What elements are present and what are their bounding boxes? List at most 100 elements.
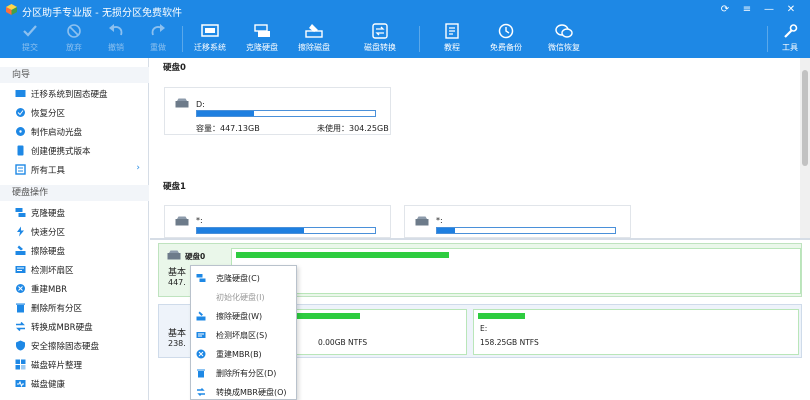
sidebar-item-label: 所有工具 (31, 166, 66, 176)
minimize-icon[interactable]: — (762, 3, 776, 17)
free-backup-icon (498, 23, 514, 39)
migrate-ssd-icon (15, 90, 26, 97)
clone-disk-label: 克隆硬盘 (246, 43, 278, 52)
free-backup-label: 免费备份 (490, 43, 522, 52)
panel-splitter[interactable] (150, 238, 810, 240)
ctx-item-label: 擦除硬盘(W) (216, 312, 263, 321)
sidebar-item-label: 安全擦除固态硬盘 (31, 342, 100, 352)
sidebar-item-secure-erase[interactable]: 安全擦除固态硬盘 (0, 336, 148, 355)
toolbar-separator (182, 26, 183, 52)
disk-convert-button[interactable]: 磁盘转换 (361, 20, 399, 58)
discard-label: 放弃 (66, 43, 82, 52)
volume-card-d[interactable]: D: 容量：447.13GB 未使用：304.25GB (164, 87, 391, 135)
sidebar-item-rebuild-mbr[interactable]: 重建MBR (0, 279, 148, 298)
strip-disk-size: 238. (168, 339, 186, 348)
migrate-os-icon (201, 24, 219, 37)
ctx-item-delete-partitions[interactable]: 删除所有分区(D) (191, 363, 296, 382)
tools-button[interactable]: 工具 (777, 20, 803, 58)
sidebar-item-label: 擦除硬盘 (31, 247, 66, 257)
partition-usage-fill (236, 252, 449, 258)
sidebar-item-label: 删除所有分区 (31, 304, 83, 314)
vertical-scrollbar[interactable] (800, 58, 810, 238)
hard-disk-icon (167, 250, 181, 260)
refresh-icon[interactable]: ⟳ (718, 3, 732, 17)
ctx-item-convert-mbr[interactable]: 转换成MBR硬盘(O) (191, 382, 296, 400)
tutorial-label: 教程 (444, 43, 460, 52)
sidebar-item-wipe-disk[interactable]: 擦除硬盘 (0, 241, 148, 260)
disk-convert-label: 磁盘转换 (364, 43, 396, 52)
sidebar-item-bad-sector[interactable]: 检测坏扇区 (0, 260, 148, 279)
redo-label: 重做 (150, 43, 166, 52)
window-title: 分区助手专业版 - 无损分区免费软件 (22, 8, 182, 19)
delete-partitions-icon (16, 303, 25, 313)
ctx-item-rebuild-mbr[interactable]: 重建MBR(B) (191, 344, 296, 363)
sidebar-item-label: 恢复分区 (31, 109, 66, 119)
migrate-os-label: 迁移系统 (194, 43, 226, 52)
menu-icon[interactable]: ≡ (740, 3, 754, 17)
ctx-item-label: 初始化硬盘(I) (216, 293, 265, 302)
close-icon[interactable]: ✕ (784, 3, 798, 17)
clone-disk-icon (196, 274, 206, 282)
migrate-os-button[interactable]: 迁移系统 (191, 20, 229, 58)
disk-ops-section-title: 硬盘操作 (0, 185, 149, 201)
sidebar-item-label: 磁盘健康 (31, 380, 66, 390)
ctx-item-clone-disk[interactable]: 克隆硬盘(C) (191, 268, 296, 287)
defrag-icon (15, 359, 26, 370)
sidebar-item-portable-version[interactable]: 创建便携式版本 (0, 141, 148, 160)
tutorial-icon (445, 23, 459, 39)
clone-disk-button[interactable]: 克隆硬盘 (243, 20, 281, 58)
recover-partition-icon (16, 108, 25, 117)
disk1-title: 硬盘1 (163, 182, 186, 192)
all-tools-icon (15, 164, 26, 175)
hard-disk-icon (415, 216, 429, 226)
scrollbar-thumb[interactable] (802, 70, 808, 166)
sidebar-item-all-tools[interactable]: 所有工具 › (0, 160, 148, 179)
undo-icon (109, 24, 123, 36)
strip-disk-type: 基本 (168, 268, 187, 278)
toolbar-separator (767, 26, 768, 52)
clone-disk-icon (254, 24, 270, 37)
partition-usage-fill (478, 313, 525, 319)
wipe-disk-button[interactable]: 擦除磁盘 (295, 20, 333, 58)
ctx-item-bad-sector[interactable]: 检测坏扇区(S) (191, 325, 296, 344)
secure-erase-icon (16, 340, 25, 351)
sidebar-item-clone-disk[interactable]: 克隆硬盘 (0, 203, 148, 222)
commit-label: 提交 (22, 43, 38, 52)
sidebar-item-boot-disc[interactable]: 制作启动光盘 (0, 122, 148, 141)
sidebar-item-delete-partitions[interactable]: 删除所有分区 (0, 298, 148, 317)
sidebar-item-defrag[interactable]: 磁盘碎片整理 (0, 355, 148, 374)
sidebar-item-recover-partition[interactable]: 恢复分区 (0, 103, 148, 122)
strip-partition[interactable]: E: 158.25GB NTFS (473, 309, 799, 355)
commit-button[interactable]: 提交 (16, 20, 44, 58)
ctx-item-initialize-disk[interactable]: 初始化硬盘(I) (191, 287, 296, 306)
wipe-disk-label: 擦除磁盘 (298, 43, 330, 52)
sidebar-item-label: 制作启动光盘 (31, 128, 83, 138)
sidebar-item-disk-health[interactable]: 磁盘健康 (0, 374, 148, 393)
sidebar-item-quick-partition[interactable]: 快速分区 (0, 222, 148, 241)
partition-info: 0.00GB NTFS (318, 338, 368, 347)
convert-mbr-icon (16, 321, 25, 332)
discard-button[interactable]: 放弃 (60, 20, 88, 58)
redo-button[interactable]: 重做 (144, 20, 172, 58)
tools-icon (784, 24, 798, 38)
sidebar-item-label: 检测坏扇区 (31, 266, 74, 276)
sidebar-item-convert-mbr[interactable]: 转换成MBR硬盘 (0, 317, 148, 336)
strip-disk-name: 硬盘0 (185, 252, 206, 261)
undo-button[interactable]: 撤销 (102, 20, 130, 58)
volume-card-1[interactable]: *: (164, 205, 391, 238)
check-icon (23, 25, 37, 37)
ctx-item-wipe-disk[interactable]: 擦除硬盘(W) (191, 306, 296, 325)
disk0-title: 硬盘0 (163, 63, 186, 73)
sidebar-item-migrate-ssd[interactable]: 迁移系统到固态硬盘 (0, 84, 148, 103)
tutorial-button[interactable]: 教程 (438, 20, 466, 58)
free-backup-button[interactable]: 免费备份 (486, 20, 526, 58)
app-header: 分区助手专业版 - 无损分区免费软件 ⟳ ≡ — ✕ 提交 放弃 撤销 重做 迁… (0, 0, 810, 58)
wechat-recovery-button[interactable]: 微信恢复 (544, 20, 584, 58)
strip-disk-type: 基本 (168, 329, 187, 339)
capacity-text: 容量：447.13GB (196, 124, 260, 133)
volume-letter: *: (436, 216, 443, 225)
volume-card-2[interactable]: *: (404, 205, 631, 238)
delete-partitions-icon (197, 369, 205, 378)
partition-letter: E: (480, 324, 488, 333)
strip-partition[interactable] (231, 248, 801, 294)
